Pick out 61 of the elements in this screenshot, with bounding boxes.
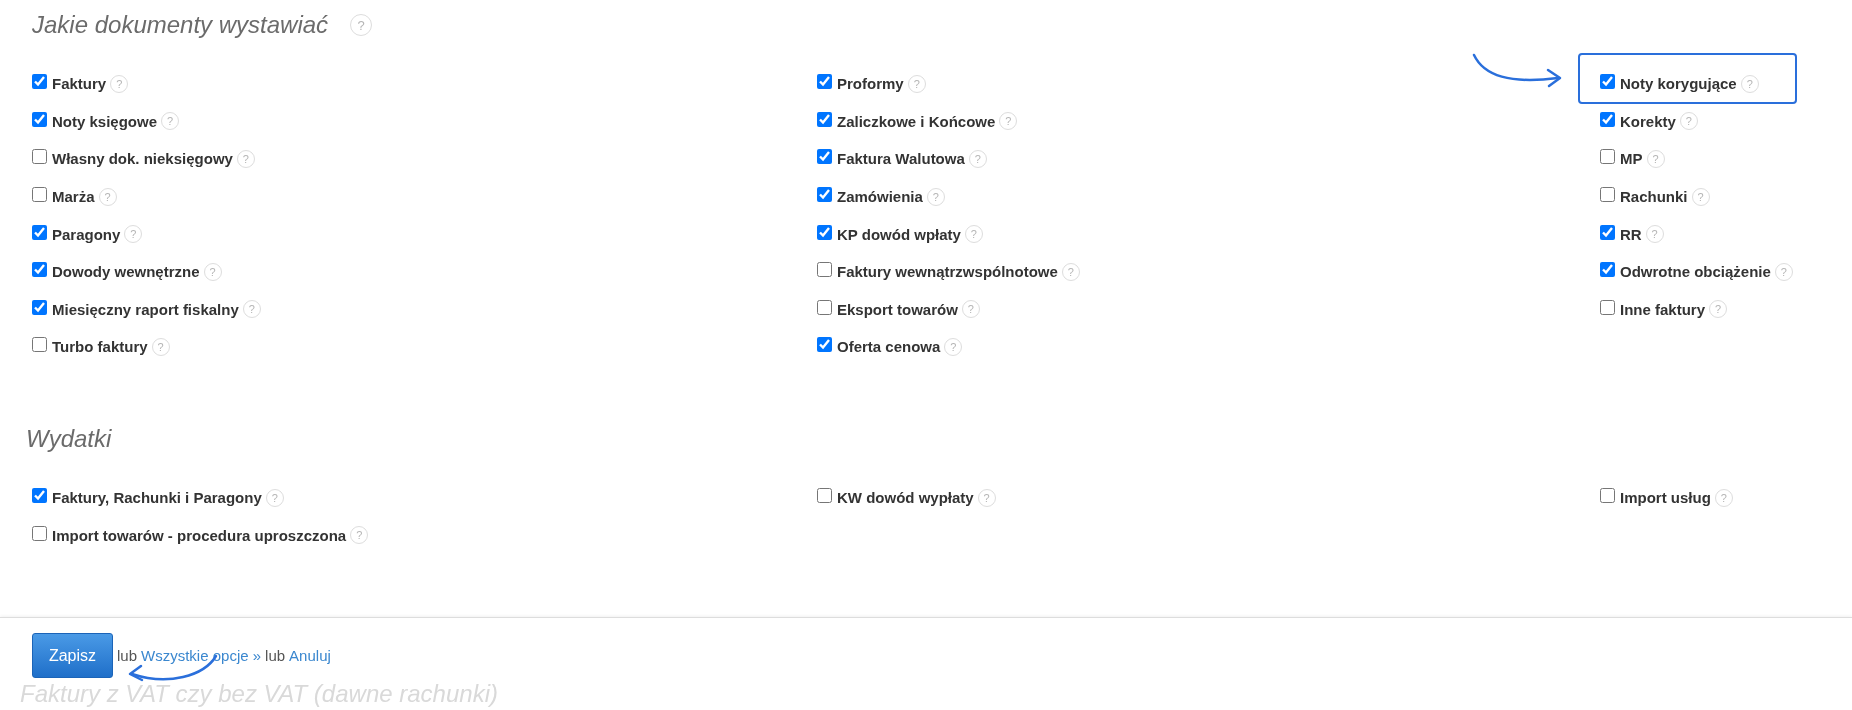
section-title: Jakie dokumenty wystawiać — [32, 11, 329, 39]
option-label: Miesięczny raport fiskalny — [52, 300, 239, 318]
checkbox[interactable] — [1600, 74, 1615, 90]
option-label: Proformy — [837, 75, 904, 93]
option-label: Faktury, Rachunki i Paragony — [52, 489, 262, 507]
checkbox[interactable] — [1600, 111, 1615, 127]
option-label: Faktura Walutowa — [837, 150, 965, 168]
checkbox[interactable] — [32, 224, 47, 240]
checkbox[interactable] — [32, 525, 47, 541]
option-label: Noty korygujące — [1620, 75, 1737, 93]
checkbox[interactable] — [32, 187, 47, 203]
checkbox[interactable] — [32, 488, 47, 504]
footer-link[interactable]: Wszystkie opcje » — [141, 647, 262, 664]
checkbox[interactable] — [1600, 149, 1615, 165]
checkbox[interactable] — [32, 337, 47, 353]
option-label: Dowody wewnętrzne — [52, 263, 200, 281]
option-label: Oferta cenowa — [837, 338, 941, 356]
option-label: Odwrotne obciążenie — [1620, 263, 1771, 281]
option-label: Faktury — [52, 75, 107, 93]
checkbox[interactable] — [1600, 187, 1615, 203]
option-label: Marża — [52, 188, 95, 206]
option-label: Import usług — [1620, 489, 1711, 507]
checkbox[interactable] — [817, 187, 832, 203]
checkbox[interactable] — [32, 149, 47, 165]
option-label: RR — [1620, 225, 1642, 243]
save-button[interactable]: Zapisz — [32, 633, 113, 678]
option-label: Turbo faktury — [52, 338, 148, 356]
option-label: Korekty — [1620, 112, 1676, 130]
option-label: Paragony — [52, 225, 121, 243]
option-label: Noty księgowe — [52, 112, 158, 130]
checkbox[interactable] — [817, 262, 832, 278]
checkbox[interactable] — [32, 262, 47, 278]
checkbox[interactable] — [1600, 299, 1615, 315]
option-label: Własny dok. nieksięgowy — [52, 150, 233, 168]
option-label: KW dowód wypłaty — [837, 489, 974, 507]
separator-text: lub — [265, 647, 286, 664]
checkbox[interactable] — [1600, 488, 1615, 504]
option-label: Import towarów - procedura uproszczona — [52, 526, 347, 544]
checkbox[interactable] — [817, 224, 832, 240]
option-label: Faktury wewnątrzwspólnotowe — [837, 263, 1058, 281]
checkbox[interactable] — [1600, 262, 1615, 278]
option-label: Zaliczkowe i Końcowe — [837, 112, 996, 130]
checkbox[interactable] — [817, 111, 832, 127]
checkbox[interactable] — [1600, 224, 1615, 240]
option-label: Rachunki — [1620, 188, 1688, 206]
checkbox[interactable] — [817, 74, 832, 90]
checkbox[interactable] — [32, 299, 47, 315]
option-label: Inne faktury — [1620, 300, 1706, 318]
checkbox[interactable] — [817, 337, 832, 353]
checkbox[interactable] — [32, 111, 47, 127]
section-title: Wydatki — [26, 424, 112, 453]
checkbox[interactable] — [817, 149, 832, 165]
option-label: MP — [1620, 150, 1643, 168]
option-label: KP dowód wpłaty — [837, 225, 961, 243]
separator-text: lub — [117, 647, 138, 664]
checkbox[interactable] — [32, 74, 47, 90]
checkbox[interactable] — [817, 299, 832, 315]
footer-link[interactable]: Anuluj — [289, 647, 331, 664]
option-label: Eksport towarów — [837, 300, 958, 318]
option-label: Zamówienia — [837, 188, 923, 206]
checkbox[interactable] — [817, 488, 832, 504]
